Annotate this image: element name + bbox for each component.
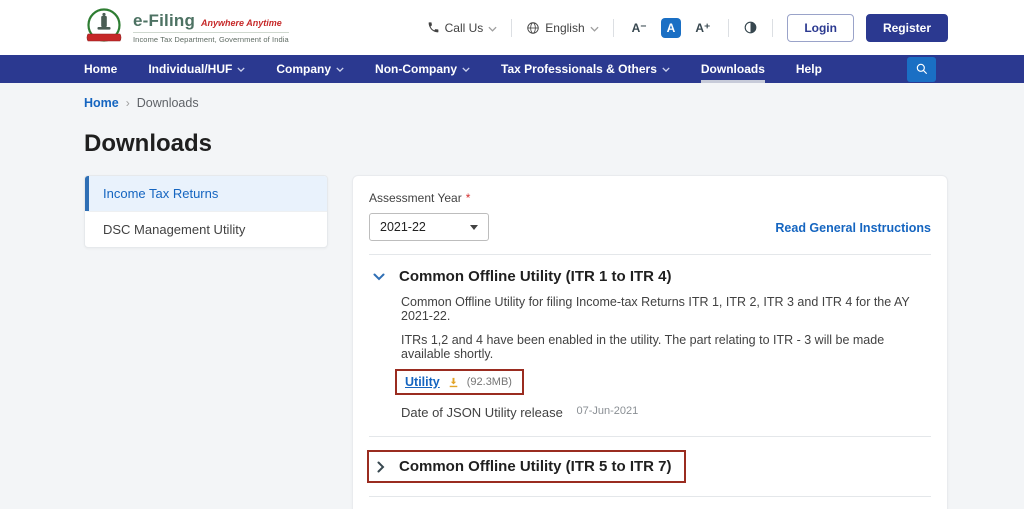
font-size-normal-button[interactable]: A xyxy=(661,18,682,38)
search-button[interactable] xyxy=(907,57,936,82)
section-itr5-to-itr7-header[interactable]: Common Offline Utility (ITR 5 to ITR 7) xyxy=(377,458,672,475)
release-date-row: Date of JSON Utility release 07-Jun-2021 xyxy=(401,405,931,420)
national-emblem-icon xyxy=(84,7,124,49)
page-title: Downloads xyxy=(84,130,948,158)
nav-label: Company xyxy=(276,62,331,76)
site-logo[interactable]: e-Filing Anywhere Anytime Income Tax Dep… xyxy=(84,7,289,49)
page-content: Home › Downloads Downloads Income Tax Re… xyxy=(0,83,1024,509)
contrast-toggle-button[interactable] xyxy=(743,20,758,35)
utility-download-link[interactable]: Utility xyxy=(405,375,440,389)
sidebar-item-dsc-management-utility[interactable]: DSC Management Utility xyxy=(85,211,327,247)
divider xyxy=(369,436,931,437)
language-menu[interactable]: English xyxy=(526,21,598,35)
assessment-year-label: Assessment Year* xyxy=(369,191,489,205)
release-date-label: Date of JSON Utility release xyxy=(401,405,563,420)
caret-down-icon xyxy=(470,225,478,230)
phone-icon xyxy=(427,21,440,34)
divider xyxy=(511,19,512,37)
nav-item-non-company[interactable]: Non-Company xyxy=(375,55,470,83)
nav-item-home[interactable]: Home xyxy=(84,55,117,83)
divider xyxy=(369,254,931,255)
release-date-value: 07-Jun-2021 xyxy=(576,405,638,417)
section-itr5-to-itr7-highlight-box: Common Offline Utility (ITR 5 to ITR 7) xyxy=(367,450,686,483)
sidebar-item-income-tax-returns[interactable]: Income Tax Returns xyxy=(85,176,327,211)
chevron-down-icon xyxy=(590,26,599,32)
main-nav: Home Individual/HUF Company Non-Company … xyxy=(0,55,1024,83)
section-description: Common Offline Utility for filing Income… xyxy=(401,295,931,323)
divider xyxy=(728,19,729,37)
nav-label: Home xyxy=(84,62,117,76)
chevron-down-icon xyxy=(373,273,385,281)
divider xyxy=(772,19,773,37)
font-size-decrease-button[interactable]: A⁻ xyxy=(628,18,651,38)
logo-text: e-Filing Anywhere Anytime Income Tax Dep… xyxy=(133,11,289,44)
header-actions: Call Us English A⁻ A A⁺ xyxy=(427,14,948,42)
brand-tagline: Anywhere Anytime xyxy=(201,18,282,28)
font-size-increase-button[interactable]: A⁺ xyxy=(691,18,714,38)
assessment-year-value: 2021-22 xyxy=(380,220,426,234)
breadcrumb: Home › Downloads xyxy=(84,96,948,110)
utility-download-highlight-box: Utility (92.3MB) xyxy=(395,369,524,395)
breadcrumb-current: Downloads xyxy=(137,96,199,110)
nav-label: Tax Professionals & Others xyxy=(501,62,657,76)
nav-item-tax-professionals[interactable]: Tax Professionals & Others xyxy=(501,55,670,83)
nav-item-downloads[interactable]: Downloads xyxy=(701,55,765,83)
section-itr1-to-itr4-body: Common Offline Utility for filing Income… xyxy=(401,295,931,420)
chevron-right-icon xyxy=(377,461,385,473)
sidebar-item-label: DSC Management Utility xyxy=(103,222,245,237)
chevron-down-icon xyxy=(662,67,670,72)
divider xyxy=(369,496,931,497)
section-title: Common Offline Utility (ITR 5 to ITR 7) xyxy=(399,458,672,475)
nav-label: Individual/HUF xyxy=(148,62,232,76)
download-file-size: (92.3MB) xyxy=(467,376,512,388)
breadcrumb-separator: › xyxy=(126,96,130,110)
nav-label: Non-Company xyxy=(375,62,457,76)
nav-item-help[interactable]: Help xyxy=(796,55,822,83)
divider xyxy=(613,19,614,37)
chevron-down-icon xyxy=(336,67,344,72)
search-icon xyxy=(915,62,929,76)
download-icon xyxy=(447,376,460,389)
nav-label: Help xyxy=(796,62,822,76)
chevron-down-icon xyxy=(462,67,470,72)
top-header: e-Filing Anywhere Anytime Income Tax Dep… xyxy=(0,0,1024,55)
nav-item-individual-huf[interactable]: Individual/HUF xyxy=(148,55,245,83)
downloads-panel: Assessment Year* 2021-22 Read General In… xyxy=(352,175,948,509)
chevron-down-icon xyxy=(237,67,245,72)
brand-name: e-Filing xyxy=(133,11,195,31)
section-itr1-to-itr4-header[interactable]: Common Offline Utility (ITR 1 to ITR 4) xyxy=(373,268,931,285)
call-us-menu[interactable]: Call Us xyxy=(427,21,498,35)
nav-label: Downloads xyxy=(701,62,765,76)
nav-item-company[interactable]: Company xyxy=(276,55,344,83)
read-general-instructions-link[interactable]: Read General Instructions xyxy=(775,221,931,235)
required-asterisk: * xyxy=(466,191,471,205)
section-title: Common Offline Utility (ITR 1 to ITR 4) xyxy=(399,268,672,285)
globe-icon xyxy=(526,21,540,35)
brand-subtitle: Income Tax Department, Government of Ind… xyxy=(133,35,289,44)
breadcrumb-home-link[interactable]: Home xyxy=(84,96,119,110)
section-description: ITRs 1,2 and 4 have been enabled in the … xyxy=(401,333,931,361)
login-button[interactable]: Login xyxy=(787,14,854,42)
contrast-icon xyxy=(743,20,758,35)
register-button[interactable]: Register xyxy=(866,14,948,42)
downloads-sidebar: Income Tax Returns DSC Management Utilit… xyxy=(84,175,328,248)
assessment-year-field: Assessment Year* 2021-22 xyxy=(369,191,489,241)
call-us-label: Call Us xyxy=(445,21,484,35)
chevron-down-icon xyxy=(488,26,497,32)
assessment-year-select[interactable]: 2021-22 xyxy=(369,213,489,241)
sidebar-item-label: Income Tax Returns xyxy=(103,186,218,201)
language-label: English xyxy=(545,21,584,35)
